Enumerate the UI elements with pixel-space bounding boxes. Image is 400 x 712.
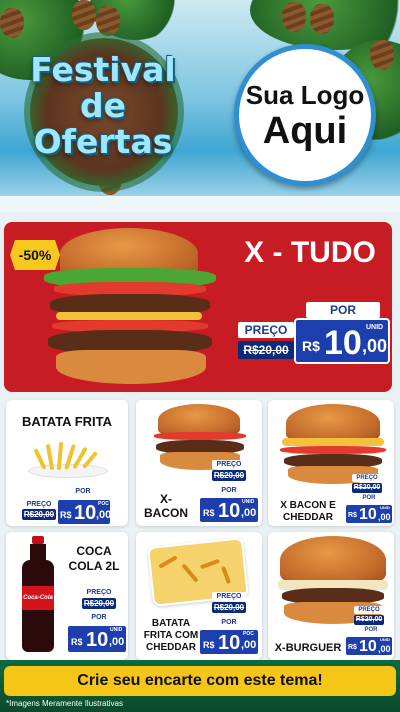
x-bacon-cheddar-image [278,404,388,484]
unit-label: UNID [380,505,390,510]
por-label: POR [354,626,388,635]
price-tag: R$ 10 ,00 UNID [344,635,394,657]
price-integer: 10 [218,632,241,654]
unit-label: UNID [242,499,255,505]
unit-label: POC [243,631,254,637]
hero-price-tag: R$ 10 ,00 UNID [294,318,390,364]
price-cents: ,00 [241,639,257,651]
price-cents: ,00 [96,509,112,521]
old-price: R$20,00 [82,598,116,609]
product-name-line-1: X- [160,492,172,506]
product-name-line-1: BATATA [151,618,191,629]
pinecone-icon [370,40,394,70]
por-label: POR [352,494,386,503]
product-name-line-2: CHEDDAR [283,512,333,523]
product-name: X- BACON [138,492,194,520]
unit-label: POC [98,501,109,507]
product-name-line-2: BACON [144,506,188,520]
product-name-line-1: COCA [76,544,112,558]
price-tag: R$ 10 ,00 UNID [198,496,260,524]
price-integer: 10 [359,638,377,655]
hero-burger-image [34,224,224,389]
festival-title-line-3: Ofertas [33,122,173,161]
festival-title-line-1: Festival [30,50,176,89]
price-integer: 10 [74,502,97,524]
currency-label: R$ [302,338,320,354]
cta-banner[interactable]: Crie seu encarte com este tema! [4,666,396,696]
price-integer: 10 [218,500,241,522]
preco-label: PREÇO [22,500,56,509]
pinecone-icon [96,6,120,36]
festival-title-line-2: de [79,86,126,125]
preco-label: PREÇO [212,460,246,469]
price-cents: ,00 [241,507,257,519]
currency-label: R$ [348,512,357,519]
price-cents: ,00 [362,336,388,356]
por-label: POR [206,618,252,628]
product-name: BATATA FRITA COM CHEDDAR [136,618,206,654]
price-cents: ,00 [109,636,125,648]
old-price: R$20,00 [352,483,382,493]
unit-label: UNID [366,324,384,331]
bottle-label: Coca-Cola [22,586,54,610]
hero-old-price: R$20,00 [238,341,294,359]
product-name: X BACON E CHEDDAR [268,500,348,524]
pinecone-icon [0,8,24,38]
currency-label: R$ [348,644,357,651]
por-label: POR [76,613,122,623]
currency-label: R$ [203,640,215,650]
preco-label: PREÇO [352,474,382,482]
price-tag: R$ 10 ,00 UNID [66,624,128,654]
product-name: X-BURGUER [274,642,342,654]
product-name-line-2: FRITA COM [143,630,199,641]
logo-text-line-2: Aqui [262,109,348,152]
currency-label: R$ [71,637,83,647]
price-tag: R$ 10 ,00 POC [56,498,112,526]
price-tag: R$ 10 ,00 UNID [344,503,394,525]
por-label: POR [206,486,252,496]
header-banner: Festival de Ofertas Sua Logo Aqui [0,0,400,215]
preco-label: PREÇO [212,592,246,601]
price-integer: 10 [359,506,377,523]
product-name-line-2: COLA 2L [68,559,120,573]
logo-text-line-1: Sua Logo [245,79,365,110]
pinecone-icon [282,2,306,32]
price-tag: R$ 10 ,00 POC [198,628,260,656]
festival-title: Festival de Ofertas [28,52,178,160]
discount-badge: -50% [10,240,60,270]
price-cents: ,00 [378,644,391,654]
product-name-line-1: X BACON E [280,500,336,511]
hero-por-label: POR [306,302,380,318]
preco-label: PREÇO [354,606,384,614]
unit-label: UNID [380,637,390,642]
price-integer: 10 [324,324,362,362]
unit-label: UNID [110,627,123,633]
disclaimer-text: *Imagens Meramente Ilustrativas [6,699,123,708]
hero-product-name: X - TUDO [244,236,376,269]
currency-label: R$ [203,508,215,518]
por-label: POR [62,487,104,497]
product-name-line-3: CHEDDAR [146,642,196,653]
coca-cola-bottle-image: Coca-Cola [20,536,56,656]
old-price: R$20,00 [354,615,384,625]
old-price: R$20,00 [212,470,246,481]
old-price: R$20,00 [212,602,246,613]
pinecone-icon [310,4,334,34]
pinecone-icon [72,0,96,30]
preco-label: PREÇO [82,588,116,597]
hero-preco-label: PREÇO [238,322,294,338]
product-name: COCA COLA 2L [62,544,126,574]
old-price: R$20,00 [22,509,56,520]
product-name: BATATA FRITA [21,414,112,429]
currency-label: R$ [60,510,72,520]
price-integer: 10 [86,629,109,651]
price-cents: ,00 [378,512,391,522]
logo-placeholder[interactable]: Sua Logo Aqui [234,44,376,186]
